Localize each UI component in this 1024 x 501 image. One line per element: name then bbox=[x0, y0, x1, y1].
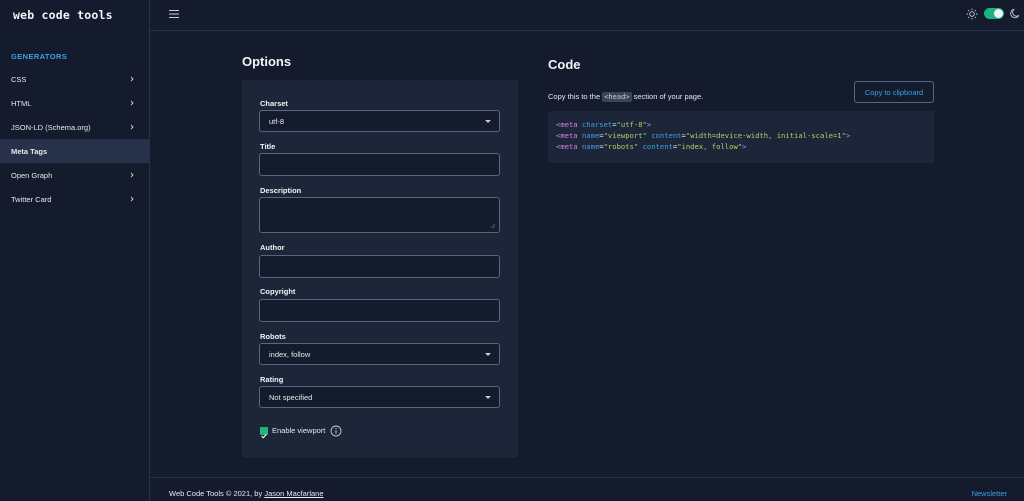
caret-down-icon bbox=[485, 120, 491, 123]
sidebar-item-html[interactable]: HTML bbox=[0, 91, 149, 115]
rating-label: Rating bbox=[260, 375, 284, 384]
sidebar-item-label: Open Graph bbox=[11, 170, 53, 180]
moon-icon bbox=[1010, 8, 1020, 19]
code-line: <meta charset="utf-8"> bbox=[556, 120, 652, 129]
title-label: Title bbox=[260, 142, 276, 151]
code-block[interactable]: <meta charset="utf-8"> <meta name="viewp… bbox=[548, 111, 934, 163]
copyright-label: Copyright bbox=[260, 287, 296, 296]
options-panel: Charset utf-8 Title Description Author C… bbox=[242, 80, 518, 458]
sidebar-item-open-graph[interactable]: Open Graph bbox=[0, 163, 149, 187]
description-textarea[interactable] bbox=[259, 197, 500, 233]
sidebar-item-css[interactable]: CSS bbox=[0, 67, 149, 91]
footer-text: Web Code Tools © 2021, by Jason Macfarla… bbox=[169, 489, 324, 498]
robots-value: index, follow bbox=[269, 349, 311, 359]
newsletter-link[interactable]: Newsletter bbox=[972, 489, 1007, 498]
chevron-right-icon bbox=[130, 100, 134, 106]
sidebar-item-label: Meta Tags bbox=[11, 146, 48, 156]
rating-select[interactable]: Not specified bbox=[259, 386, 500, 408]
author-label: Author bbox=[260, 243, 285, 252]
theme-toggle[interactable] bbox=[984, 8, 1004, 19]
charset-select[interactable]: utf-8 bbox=[259, 110, 500, 132]
copy-to-clipboard-button[interactable]: Copy to clipboard bbox=[854, 81, 934, 103]
info-icon[interactable] bbox=[330, 425, 342, 437]
sidebar-item-label: CSS bbox=[11, 74, 27, 84]
copyright-input[interactable] bbox=[259, 299, 500, 322]
viewport-checkbox[interactable] bbox=[260, 427, 268, 439]
head-tag-badge: <head> bbox=[602, 92, 632, 102]
code-line: <meta name="robots" content="index, foll… bbox=[556, 142, 747, 151]
title-input[interactable] bbox=[259, 153, 500, 176]
code-desc-before: Copy this to the bbox=[548, 92, 601, 101]
chevron-right-icon bbox=[130, 76, 134, 82]
caret-down-icon bbox=[485, 353, 491, 356]
sidebar-item-label: JSON-LD (Schema.org) bbox=[11, 122, 91, 132]
charset-label: Charset bbox=[260, 99, 288, 108]
caret-down-icon bbox=[485, 396, 491, 399]
footer-copyright: Web Code Tools © 2021, by bbox=[169, 489, 263, 498]
nav-heading: GENERATORS bbox=[11, 52, 68, 61]
rating-value: Not specified bbox=[269, 392, 313, 402]
sidebar-item-meta-tags[interactable]: Meta Tags bbox=[0, 139, 149, 163]
robots-select[interactable]: index, follow bbox=[259, 343, 500, 365]
chevron-right-icon bbox=[130, 196, 134, 202]
sidebar-item-label: Twitter Card bbox=[11, 194, 52, 204]
hamburger-icon[interactable] bbox=[168, 9, 180, 19]
sidebar-item-twitter-card[interactable]: Twitter Card bbox=[0, 187, 149, 211]
author-link[interactable]: Jason Macfarlane bbox=[264, 489, 323, 498]
sidebar-item-label: HTML bbox=[11, 98, 32, 108]
chevron-right-icon bbox=[130, 124, 134, 130]
check-icon bbox=[261, 433, 267, 439]
code-line: <meta name="viewport" content="width=dev… bbox=[556, 131, 851, 140]
sidebar: web code tools GENERATORS CSS HTML JSON-… bbox=[0, 0, 150, 501]
options-title: Options bbox=[242, 54, 292, 69]
author-input[interactable] bbox=[259, 255, 500, 278]
viewport-label[interactable]: Enable viewport bbox=[272, 426, 325, 435]
sun-icon bbox=[966, 8, 978, 20]
code-title: Code bbox=[548, 57, 581, 72]
code-desc-after: section of your page. bbox=[633, 92, 704, 101]
code-description: Copy this to the <head> section of your … bbox=[548, 92, 704, 102]
topbar bbox=[150, 0, 1024, 31]
sidebar-item-json-ld[interactable]: JSON-LD (Schema.org) bbox=[0, 115, 149, 139]
resize-handle-icon[interactable] bbox=[490, 223, 496, 229]
robots-label: Robots bbox=[260, 332, 286, 341]
description-label: Description bbox=[260, 186, 302, 195]
app-logo[interactable]: web code tools bbox=[13, 8, 113, 22]
charset-value: utf-8 bbox=[269, 116, 285, 126]
sidebar-nav: CSS HTML JSON-LD (Schema.org) Meta Tags … bbox=[0, 67, 149, 211]
footer: Web Code Tools © 2021, by Jason Macfarla… bbox=[150, 477, 1024, 501]
chevron-right-icon bbox=[130, 172, 134, 178]
